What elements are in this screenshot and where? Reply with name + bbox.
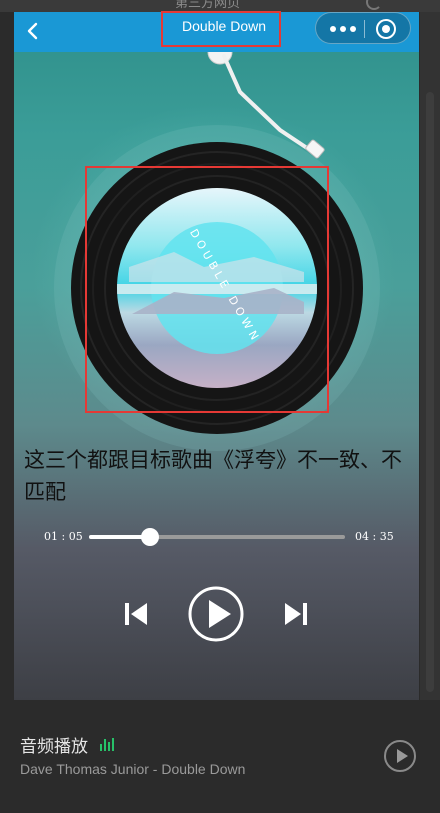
host-window-header: 第三方网页: [0, 0, 440, 12]
lyric-text: 这三个都跟目标歌曲《浮夸》不一致、不匹配: [24, 448, 402, 504]
chevron-left-icon[interactable]: [22, 20, 44, 42]
skip-next-icon[interactable]: [282, 600, 310, 628]
audio-bar-title: 音频播放: [20, 737, 88, 757]
progress-handle[interactable]: [141, 528, 160, 546]
progress-slider[interactable]: [89, 528, 345, 546]
host-scrollbar-track: [420, 12, 440, 702]
skip-previous-icon[interactable]: [122, 600, 150, 628]
current-time: 01 : 05: [44, 530, 83, 543]
capsule-menu: [315, 12, 411, 44]
play-circle-icon[interactable]: [384, 740, 416, 772]
play-circle-icon[interactable]: [187, 585, 245, 643]
more-dots-icon[interactable]: [328, 21, 360, 37]
target-circle-icon[interactable]: [376, 19, 396, 39]
audio-playback-bar[interactable]: 音频播放 Dave Thomas Junior - Double Down: [0, 700, 440, 813]
capsule-divider: [364, 20, 365, 38]
host-scrollbar[interactable]: [426, 92, 434, 692]
page-title: Double Down: [181, 18, 267, 34]
audio-bar-subtitle: Dave Thomas Junior - Double Down: [20, 761, 246, 777]
vinyl-record: DOUBLE DOWN: [54, 52, 380, 451]
total-time: 04 : 35: [355, 530, 394, 543]
equalizer-icon: [100, 738, 116, 751]
nav-bar: Double Down: [14, 12, 419, 52]
host-window-title: 第三方网页: [175, 0, 241, 10]
player-page: DOUBLE DOWN Double Down 这三个都跟目标歌曲《浮夸》不一致…: [14, 12, 419, 700]
refresh-icon[interactable]: [366, 0, 382, 10]
